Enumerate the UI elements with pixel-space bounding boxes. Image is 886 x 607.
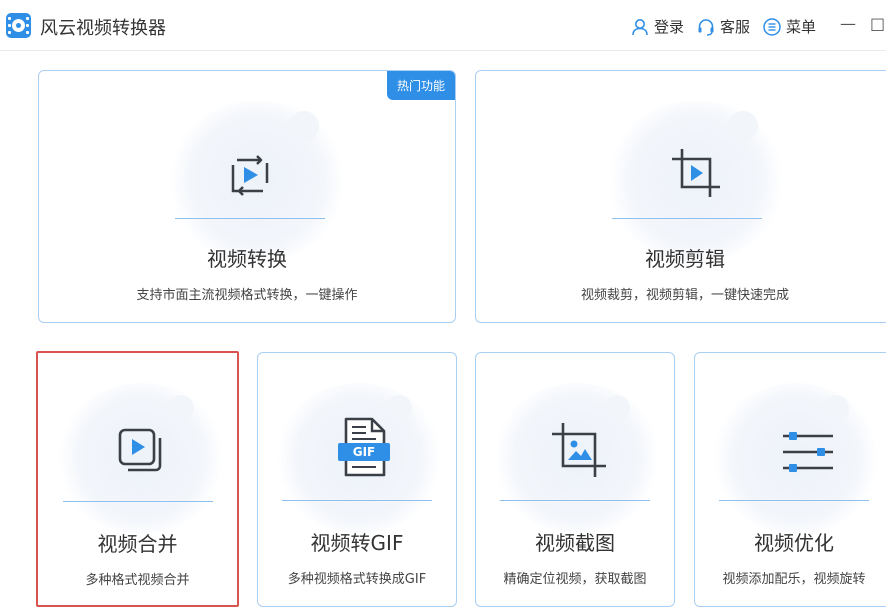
user-icon [632, 18, 648, 35]
card-video-convert[interactable]: 视频转换 支持市面主流视频格式转换，一键操作 热门功能 [38, 70, 456, 323]
card-desc: 多种格式视频合并 [85, 573, 190, 588]
hot-feature-badge: 热门功能 [387, 71, 455, 100]
login-button[interactable]: 登录 [630, 16, 684, 37]
card-title: 视频截图 [535, 531, 615, 555]
app-logo [6, 13, 31, 38]
card-title: 视频转GIF [310, 531, 404, 555]
card-video-to-gif[interactable]: GIF 视频转GIF 多种视频格式转换成GIF [257, 352, 457, 607]
login-label: 登录 [654, 18, 685, 36]
video-merge-icon [118, 428, 162, 472]
menu-button[interactable]: 菜单 [762, 16, 816, 37]
app-title: 风云视频转换器 [40, 18, 166, 39]
menu-label: 菜单 [786, 18, 817, 36]
card-video-optimize[interactable]: 视频优化 视频添加配乐，视频旋转 [694, 352, 886, 607]
card-video-screenshot[interactable]: 视频截图 精确定位视频，获取截图 [475, 352, 675, 607]
card-title: 视频转换 [207, 247, 287, 271]
card-video-edit[interactable]: 视频剪辑 视频裁剪，视频剪辑，一键快速完成 [475, 70, 886, 323]
card-title: 视频优化 [754, 531, 834, 555]
headset-icon [698, 18, 714, 36]
title-bar: 风云视频转换器 登录 客服 菜单 — □ [0, 0, 886, 51]
maximize-button[interactable]: □ [870, 14, 885, 33]
menu-circle-icon [763, 17, 781, 36]
minimize-button[interactable]: — [840, 14, 856, 33]
video-crop-icon [672, 149, 720, 197]
card-desc: 支持市面主流视频格式转换，一键操作 [136, 288, 358, 303]
sliders-icon [783, 432, 833, 472]
card-desc: 视频添加配乐，视频旋转 [722, 572, 866, 587]
card-desc: 视频裁剪，视频剪辑，一键快速完成 [580, 288, 789, 303]
card-video-merge[interactable]: 视频合并 多种格式视频合并 [36, 351, 239, 607]
card-desc: 精确定位视频，获取截图 [503, 572, 647, 587]
video-convert-icon [231, 155, 269, 196]
gif-label: GIF [352, 445, 376, 459]
card-title: 视频剪辑 [645, 247, 725, 271]
service-label: 客服 [720, 18, 751, 36]
card-desc: 多种视频格式转换成GIF [287, 572, 427, 587]
card-title: 视频合并 [97, 532, 178, 556]
screenshot-crop-icon [552, 423, 606, 477]
customer-service-button[interactable]: 客服 [696, 16, 750, 37]
